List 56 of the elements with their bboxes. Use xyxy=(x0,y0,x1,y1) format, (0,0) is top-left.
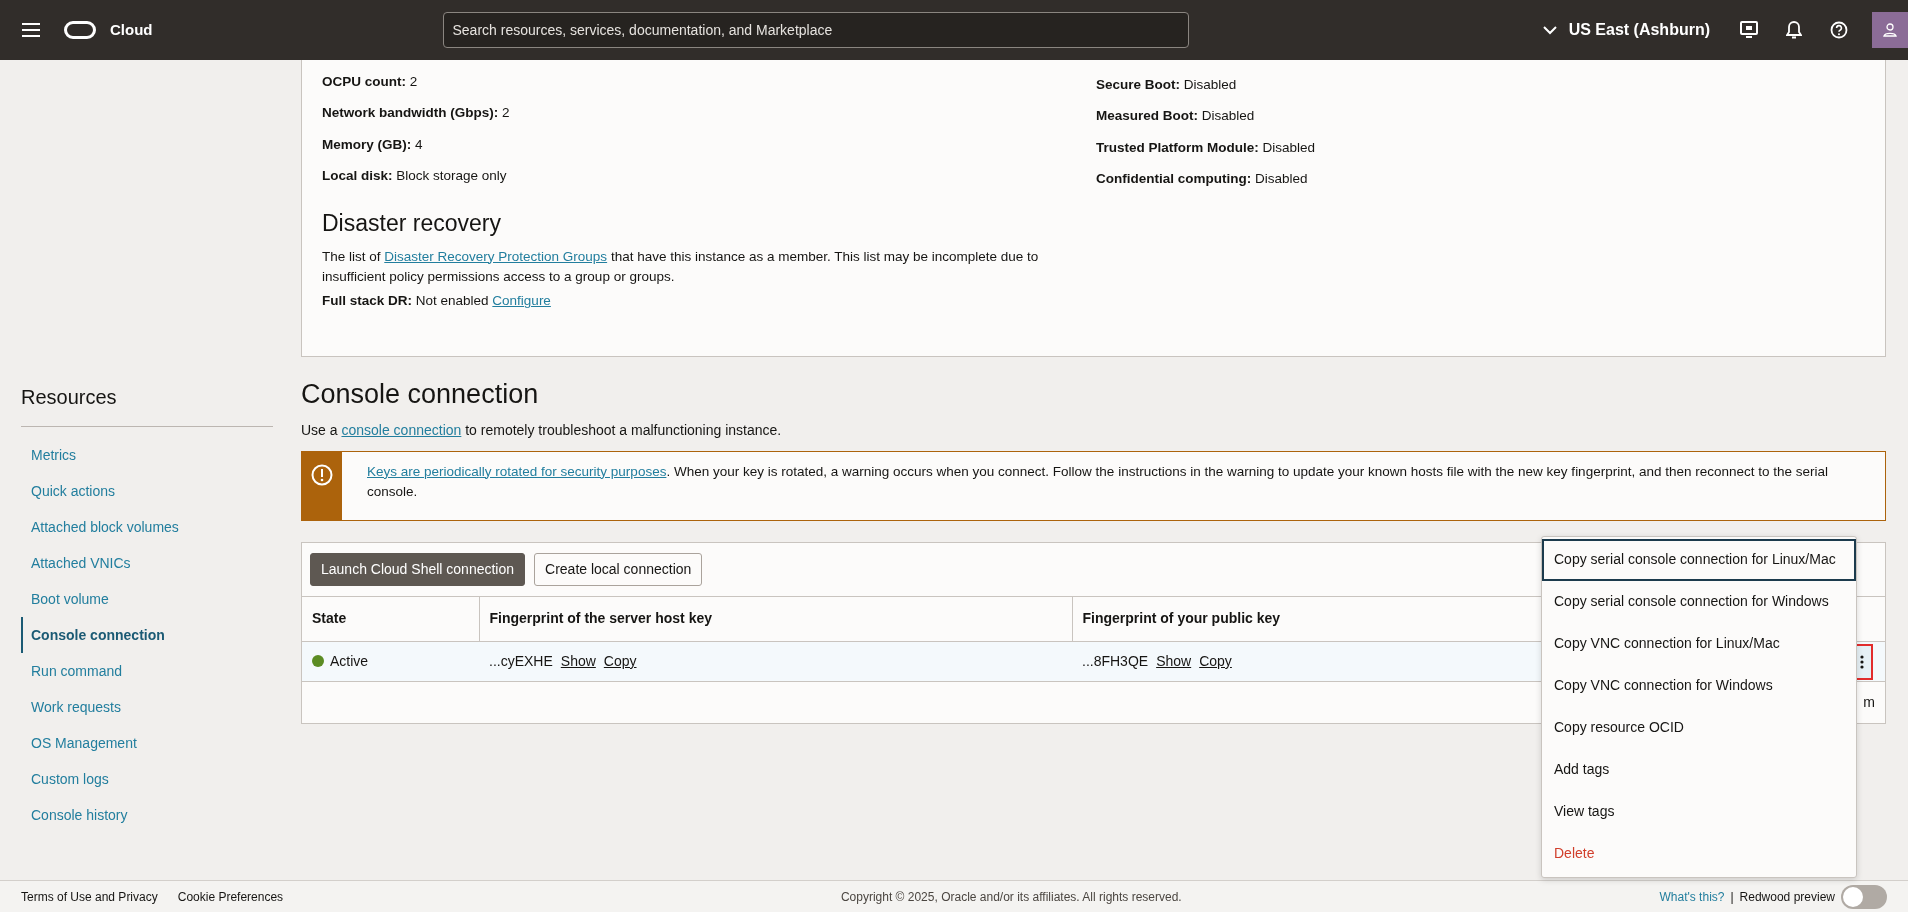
detail-field: Memory (GB): 4 xyxy=(322,134,1096,155)
detail-field: Secure Boot: Disabled xyxy=(1096,75,1870,96)
menu-item[interactable]: Copy serial console connection for Linux/Mac xyxy=(1542,538,1856,581)
sidebar-title: Resources xyxy=(21,382,273,427)
detail-field: Full stack DR: Not enabled Configure xyxy=(322,291,1096,312)
search-field[interactable]: Search resources, services, documentation, and Marketplace xyxy=(442,12,1189,48)
link[interactable]: console connection xyxy=(341,421,462,438)
link[interactable]: Show xyxy=(1156,653,1192,669)
sidebar-item[interactable]: Quick actions xyxy=(21,473,273,509)
link[interactable]: Copy xyxy=(603,653,637,669)
detail-field: Local disk: Block storage only xyxy=(322,165,1096,186)
sidebar-item[interactable]: Console connection xyxy=(21,617,273,653)
toggle-label: Redwood preview xyxy=(1739,888,1835,906)
menu-item[interactable]: View tags xyxy=(1542,790,1856,833)
description-text: Use a console connection to remotely troubleshoot a malfunctioning instance. xyxy=(301,420,783,440)
fingerprint-text: ...cyEXHE xyxy=(489,653,553,669)
alert-text: Keys are periodically rotated for security purposes. When your key is rotated, a warning occurs when you connect. Follow the instructions in the warning to update your known hosts file with the new key fingerprint, and then reconnect to the serial console. xyxy=(366,462,1830,501)
footer-link[interactable]: Cookie Preferences xyxy=(177,887,284,906)
description-text: The list of Disaster Recovery Protection Groups that have this instance as a member. This list may be incomplete due to insufficient policy permissions access to a group or groups. xyxy=(322,247,1040,286)
link[interactable]: Disaster Recovery Protection Groups xyxy=(384,248,608,264)
whats-this-link[interactable]: What's this? xyxy=(1659,887,1725,906)
menu-item[interactable]: Copy resource OCID xyxy=(1542,706,1856,749)
configure-link[interactable]: Configure xyxy=(492,293,551,308)
detail-field: OCPU count: 2 xyxy=(322,72,1096,93)
section-heading: Disaster recovery xyxy=(322,209,502,238)
detail-field: Measured Boot: Disabled xyxy=(1096,106,1870,127)
detail-field: Trusted Platform Module: Disabled xyxy=(1096,137,1870,158)
footer-text: m xyxy=(1863,693,1875,712)
status-text: Active xyxy=(330,653,369,669)
menu-item[interactable]: Delete xyxy=(1542,832,1856,875)
sidebar-item[interactable]: Console history xyxy=(21,797,273,833)
detail-field: Confidential computing: Disabled xyxy=(1096,168,1870,189)
sidebar-item[interactable]: OS Management xyxy=(21,725,273,761)
link[interactable]: Copy xyxy=(1199,653,1232,669)
column-header: Fingerprint of the server host key xyxy=(479,596,1072,642)
region-selector[interactable]: US East (Ashburn) xyxy=(1568,18,1710,42)
menu-item[interactable]: Copy VNC connection for Windows xyxy=(1542,664,1856,707)
sidebar-item[interactable]: Metrics xyxy=(21,437,273,473)
sidebar-item[interactable]: Work requests xyxy=(21,689,273,725)
footer-link[interactable]: Terms of Use and Privacy xyxy=(21,887,158,906)
section-heading: Console connection xyxy=(301,378,540,411)
logo-text[interactable]: Cloud xyxy=(110,18,153,42)
sidebar-item[interactable]: Boot volume xyxy=(21,581,273,617)
fingerprint-text: ...8FH3QE xyxy=(1082,653,1149,669)
column-header: State xyxy=(302,596,479,642)
menu-item[interactable]: Add tags xyxy=(1542,748,1856,791)
action-button[interactable]: Create local connection xyxy=(534,552,703,586)
separator-text: | xyxy=(1730,888,1734,906)
action-button[interactable]: Launch Cloud Shell connection xyxy=(310,552,526,586)
sidebar-item[interactable]: Custom logs xyxy=(21,761,273,797)
sidebar-item[interactable]: Attached block volumes xyxy=(21,509,273,545)
sidebar-item[interactable]: Attached VNICs xyxy=(21,545,273,581)
link[interactable]: Show xyxy=(560,653,596,669)
detail-field: Network bandwidth (Gbps): 2 xyxy=(322,103,1096,124)
sidebar-item[interactable]: Run command xyxy=(21,653,273,689)
copyright-text: Copyright © 2025, Oracle and/or its affiliates. All rights reserved. xyxy=(839,888,1182,906)
